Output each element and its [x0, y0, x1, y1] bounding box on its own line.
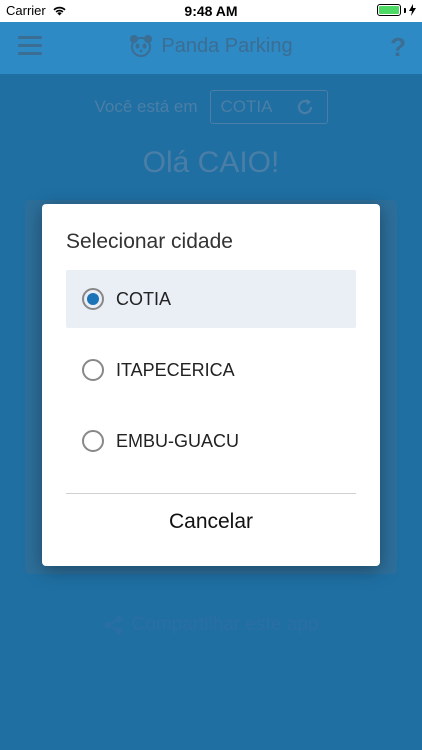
city-option-itapecerica[interactable]: ITAPECERICA [66, 341, 356, 399]
radio-selected-icon[interactable] [82, 288, 104, 310]
city-option-cotia[interactable]: COTIA [66, 270, 356, 328]
status-right [377, 4, 416, 16]
city-option-embu-guacu[interactable]: EMBU-GUACU [66, 412, 356, 470]
charging-bolt-icon [409, 4, 416, 16]
city-option-label: EMBU-GUACU [116, 430, 240, 451]
battery-icon [377, 4, 401, 16]
radio-unselected-icon[interactable] [82, 359, 104, 381]
battery-cap [404, 7, 406, 13]
cancel-button[interactable]: Cancelar [42, 510, 380, 534]
city-select-dialog: Selecionar cidade COTIA ITAPECERICA EMBU… [42, 204, 380, 566]
status-time: 9:48 AM [184, 3, 238, 19]
dialog-title: Selecionar cidade [66, 230, 233, 253]
radio-unselected-icon[interactable] [82, 430, 104, 452]
status-bar: Carrier 9:48 AM [0, 0, 422, 22]
city-option-label: COTIA [116, 288, 172, 309]
city-option-label: ITAPECERICA [116, 359, 235, 380]
dialog-divider [66, 493, 356, 494]
